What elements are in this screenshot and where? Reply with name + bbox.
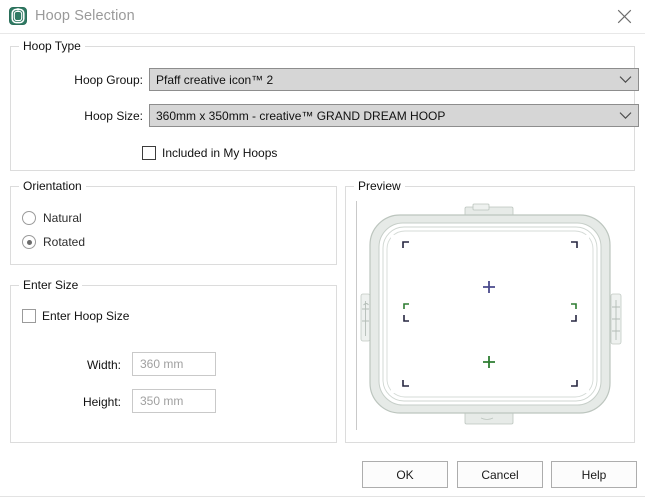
- cancel-button-label: Cancel: [481, 467, 519, 482]
- chevron-down-icon: [612, 75, 638, 84]
- hoop-type-legend: Hoop Type: [19, 39, 85, 53]
- preview-legend: Preview: [354, 179, 405, 193]
- orientation-rotated-label: Rotated: [43, 235, 86, 249]
- help-button-label: Help: [581, 467, 607, 482]
- height-label: Height:: [82, 395, 121, 409]
- enter-size-legend: Enter Size: [19, 278, 83, 292]
- orientation-radio-rotated[interactable]: Rotated: [22, 235, 85, 249]
- orientation-radio-natural[interactable]: Natural: [22, 211, 82, 225]
- hoop-right-clamp: [610, 293, 622, 345]
- hoop-group-value: Pfaff creative icon™ 2: [156, 72, 274, 87]
- hoop-group-select[interactable]: Pfaff creative icon™ 2: [149, 68, 639, 91]
- height-value: 350 mm: [140, 394, 184, 408]
- orientation-natural-label: Natural: [43, 211, 82, 225]
- ok-button-label: OK: [396, 467, 414, 482]
- hoop-left-clamp: [360, 293, 371, 342]
- close-icon[interactable]: [611, 4, 637, 28]
- hoop-size-select[interactable]: 360mm x 350mm - creative™ GRAND DREAM HO…: [149, 104, 639, 127]
- chevron-down-icon: [612, 111, 638, 120]
- hoop-size-value: 360mm x 350mm - creative™ GRAND DREAM HO…: [156, 108, 446, 123]
- width-value: 360 mm: [140, 357, 184, 371]
- hoop-stitch-field: [391, 235, 589, 393]
- cancel-button[interactable]: Cancel: [457, 461, 543, 488]
- hoop-group-label: Hoop Group:: [74, 73, 143, 87]
- enter-hoop-size-label: Enter Hoop Size: [42, 309, 130, 323]
- hoop-type-group: Hoop Type Hoop Group: Pfaff creative ico…: [10, 39, 639, 171]
- included-in-my-hoops-label: Included in My Hoops: [162, 146, 278, 160]
- enter-hoop-size-checkbox[interactable]: Enter Hoop Size: [22, 309, 129, 323]
- checkbox-box: [142, 146, 156, 160]
- title-bar: Hoop Selection: [0, 0, 645, 34]
- enter-size-group: Enter Size Enter Hoop Size Width: 360 mm…: [10, 278, 337, 443]
- hoop-size-label: Hoop Size:: [84, 109, 143, 123]
- orientation-legend: Orientation: [19, 179, 86, 193]
- window-title: Hoop Selection: [35, 8, 135, 24]
- radio-circle-selected: [22, 235, 36, 249]
- radio-circle: [22, 211, 36, 225]
- preview-group: Preview: [345, 179, 635, 443]
- included-in-my-hoops-checkbox[interactable]: Included in My Hoops: [142, 146, 277, 160]
- embroidery-hoop-illustration: [360, 203, 622, 425]
- footer-divider: [0, 496, 645, 497]
- orientation-group: Orientation Natural Rotated: [10, 179, 337, 265]
- checkbox-box: [22, 309, 36, 323]
- width-input[interactable]: 360 mm: [132, 352, 216, 376]
- ok-button[interactable]: OK: [362, 461, 448, 488]
- hoop-icon: [9, 7, 27, 25]
- width-label: Width:: [86, 358, 121, 372]
- hoop-preview-canvas: [356, 201, 625, 430]
- height-input[interactable]: 350 mm: [132, 389, 216, 413]
- help-button[interactable]: Help: [551, 461, 637, 488]
